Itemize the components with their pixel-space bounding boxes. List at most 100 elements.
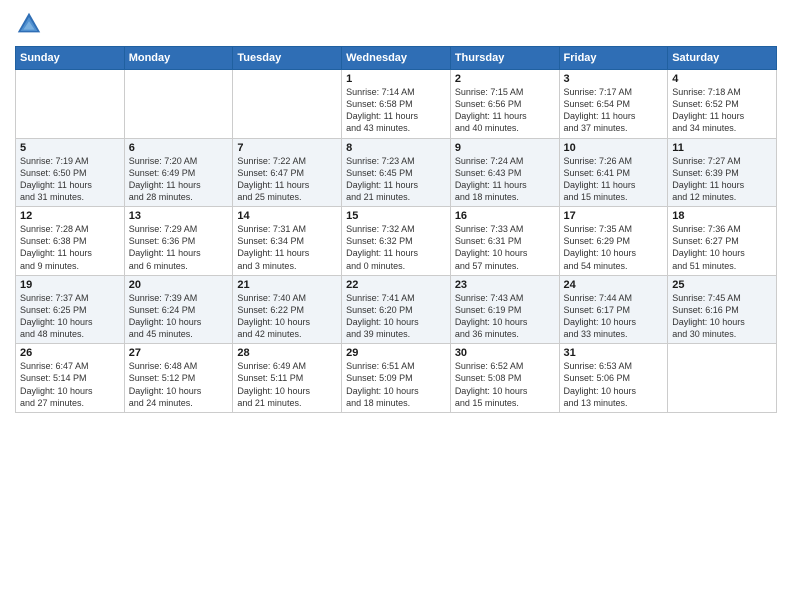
day-cell: 10Sunrise: 7:26 AM Sunset: 6:41 PM Dayli… (559, 138, 668, 207)
day-cell: 31Sunrise: 6:53 AM Sunset: 5:06 PM Dayli… (559, 344, 668, 413)
day-info: Sunrise: 7:17 AM Sunset: 6:54 PM Dayligh… (564, 86, 664, 135)
day-number: 22 (346, 279, 446, 291)
weekday-header-row: SundayMondayTuesdayWednesdayThursdayFrid… (16, 47, 777, 70)
day-number: 9 (455, 142, 555, 154)
day-number: 11 (672, 142, 772, 154)
day-cell: 6Sunrise: 7:20 AM Sunset: 6:49 PM Daylig… (124, 138, 233, 207)
day-cell: 28Sunrise: 6:49 AM Sunset: 5:11 PM Dayli… (233, 344, 342, 413)
day-number: 1 (346, 73, 446, 85)
day-cell: 29Sunrise: 6:51 AM Sunset: 5:09 PM Dayli… (342, 344, 451, 413)
day-cell: 20Sunrise: 7:39 AM Sunset: 6:24 PM Dayli… (124, 275, 233, 344)
day-cell: 2Sunrise: 7:15 AM Sunset: 6:56 PM Daylig… (450, 70, 559, 139)
day-info: Sunrise: 7:40 AM Sunset: 6:22 PM Dayligh… (237, 292, 337, 341)
day-info: Sunrise: 6:52 AM Sunset: 5:08 PM Dayligh… (455, 360, 555, 409)
day-info: Sunrise: 7:44 AM Sunset: 6:17 PM Dayligh… (564, 292, 664, 341)
weekday-header-friday: Friday (559, 47, 668, 70)
day-cell: 16Sunrise: 7:33 AM Sunset: 6:31 PM Dayli… (450, 207, 559, 276)
day-info: Sunrise: 6:47 AM Sunset: 5:14 PM Dayligh… (20, 360, 120, 409)
day-info: Sunrise: 7:36 AM Sunset: 6:27 PM Dayligh… (672, 223, 772, 272)
day-info: Sunrise: 7:26 AM Sunset: 6:41 PM Dayligh… (564, 155, 664, 204)
day-info: Sunrise: 7:23 AM Sunset: 6:45 PM Dayligh… (346, 155, 446, 204)
day-number: 16 (455, 210, 555, 222)
day-info: Sunrise: 7:45 AM Sunset: 6:16 PM Dayligh… (672, 292, 772, 341)
day-number: 12 (20, 210, 120, 222)
day-info: Sunrise: 7:33 AM Sunset: 6:31 PM Dayligh… (455, 223, 555, 272)
day-cell: 9Sunrise: 7:24 AM Sunset: 6:43 PM Daylig… (450, 138, 559, 207)
day-info: Sunrise: 7:22 AM Sunset: 6:47 PM Dayligh… (237, 155, 337, 204)
day-cell: 22Sunrise: 7:41 AM Sunset: 6:20 PM Dayli… (342, 275, 451, 344)
page: SundayMondayTuesdayWednesdayThursdayFrid… (0, 0, 792, 612)
week-row-5: 26Sunrise: 6:47 AM Sunset: 5:14 PM Dayli… (16, 344, 777, 413)
day-number: 6 (129, 142, 229, 154)
week-row-4: 19Sunrise: 7:37 AM Sunset: 6:25 PM Dayli… (16, 275, 777, 344)
weekday-header-monday: Monday (124, 47, 233, 70)
logo (15, 10, 47, 38)
day-cell: 14Sunrise: 7:31 AM Sunset: 6:34 PM Dayli… (233, 207, 342, 276)
day-info: Sunrise: 7:41 AM Sunset: 6:20 PM Dayligh… (346, 292, 446, 341)
day-info: Sunrise: 7:18 AM Sunset: 6:52 PM Dayligh… (672, 86, 772, 135)
day-cell: 12Sunrise: 7:28 AM Sunset: 6:38 PM Dayli… (16, 207, 125, 276)
day-cell (668, 344, 777, 413)
weekday-header-thursday: Thursday (450, 47, 559, 70)
day-cell: 4Sunrise: 7:18 AM Sunset: 6:52 PM Daylig… (668, 70, 777, 139)
day-number: 13 (129, 210, 229, 222)
day-number: 30 (455, 347, 555, 359)
day-number: 29 (346, 347, 446, 359)
day-number: 17 (564, 210, 664, 222)
day-number: 25 (672, 279, 772, 291)
day-info: Sunrise: 7:15 AM Sunset: 6:56 PM Dayligh… (455, 86, 555, 135)
day-number: 3 (564, 73, 664, 85)
day-number: 31 (564, 347, 664, 359)
header (15, 10, 777, 38)
day-cell: 17Sunrise: 7:35 AM Sunset: 6:29 PM Dayli… (559, 207, 668, 276)
day-info: Sunrise: 7:39 AM Sunset: 6:24 PM Dayligh… (129, 292, 229, 341)
day-cell: 23Sunrise: 7:43 AM Sunset: 6:19 PM Dayli… (450, 275, 559, 344)
day-cell: 11Sunrise: 7:27 AM Sunset: 6:39 PM Dayli… (668, 138, 777, 207)
week-row-3: 12Sunrise: 7:28 AM Sunset: 6:38 PM Dayli… (16, 207, 777, 276)
day-number: 10 (564, 142, 664, 154)
logo-icon (15, 10, 43, 38)
day-number: 8 (346, 142, 446, 154)
day-cell (124, 70, 233, 139)
day-cell: 5Sunrise: 7:19 AM Sunset: 6:50 PM Daylig… (16, 138, 125, 207)
day-cell: 21Sunrise: 7:40 AM Sunset: 6:22 PM Dayli… (233, 275, 342, 344)
weekday-header-sunday: Sunday (16, 47, 125, 70)
day-number: 27 (129, 347, 229, 359)
day-cell (16, 70, 125, 139)
day-number: 19 (20, 279, 120, 291)
day-number: 7 (237, 142, 337, 154)
day-info: Sunrise: 7:31 AM Sunset: 6:34 PM Dayligh… (237, 223, 337, 272)
day-info: Sunrise: 6:51 AM Sunset: 5:09 PM Dayligh… (346, 360, 446, 409)
day-number: 18 (672, 210, 772, 222)
day-cell: 15Sunrise: 7:32 AM Sunset: 6:32 PM Dayli… (342, 207, 451, 276)
day-number: 20 (129, 279, 229, 291)
weekday-header-tuesday: Tuesday (233, 47, 342, 70)
day-info: Sunrise: 7:35 AM Sunset: 6:29 PM Dayligh… (564, 223, 664, 272)
day-info: Sunrise: 7:43 AM Sunset: 6:19 PM Dayligh… (455, 292, 555, 341)
day-number: 21 (237, 279, 337, 291)
day-info: Sunrise: 7:37 AM Sunset: 6:25 PM Dayligh… (20, 292, 120, 341)
day-cell: 19Sunrise: 7:37 AM Sunset: 6:25 PM Dayli… (16, 275, 125, 344)
day-cell: 3Sunrise: 7:17 AM Sunset: 6:54 PM Daylig… (559, 70, 668, 139)
day-cell: 27Sunrise: 6:48 AM Sunset: 5:12 PM Dayli… (124, 344, 233, 413)
day-info: Sunrise: 7:28 AM Sunset: 6:38 PM Dayligh… (20, 223, 120, 272)
day-number: 26 (20, 347, 120, 359)
day-cell: 13Sunrise: 7:29 AM Sunset: 6:36 PM Dayli… (124, 207, 233, 276)
day-cell: 30Sunrise: 6:52 AM Sunset: 5:08 PM Dayli… (450, 344, 559, 413)
day-cell: 1Sunrise: 7:14 AM Sunset: 6:58 PM Daylig… (342, 70, 451, 139)
day-number: 24 (564, 279, 664, 291)
day-info: Sunrise: 7:29 AM Sunset: 6:36 PM Dayligh… (129, 223, 229, 272)
day-cell (233, 70, 342, 139)
day-number: 14 (237, 210, 337, 222)
day-number: 5 (20, 142, 120, 154)
day-number: 23 (455, 279, 555, 291)
day-info: Sunrise: 6:48 AM Sunset: 5:12 PM Dayligh… (129, 360, 229, 409)
day-number: 4 (672, 73, 772, 85)
day-info: Sunrise: 7:19 AM Sunset: 6:50 PM Dayligh… (20, 155, 120, 204)
day-number: 2 (455, 73, 555, 85)
day-cell: 26Sunrise: 6:47 AM Sunset: 5:14 PM Dayli… (16, 344, 125, 413)
day-info: Sunrise: 6:49 AM Sunset: 5:11 PM Dayligh… (237, 360, 337, 409)
day-info: Sunrise: 7:32 AM Sunset: 6:32 PM Dayligh… (346, 223, 446, 272)
weekday-header-wednesday: Wednesday (342, 47, 451, 70)
day-cell: 7Sunrise: 7:22 AM Sunset: 6:47 PM Daylig… (233, 138, 342, 207)
